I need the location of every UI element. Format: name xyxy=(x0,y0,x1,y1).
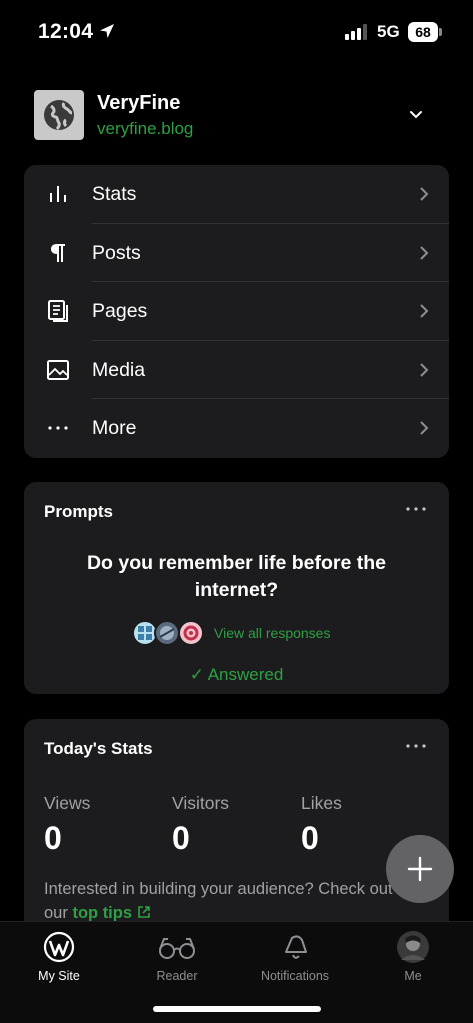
status-time: 12:04 xyxy=(38,20,94,43)
chevron-right-icon xyxy=(420,363,429,377)
more-options-icon[interactable] xyxy=(405,502,427,516)
stat-visitors: Visitors 0 xyxy=(172,793,229,857)
answered-status[interactable]: ✓ Answered xyxy=(24,665,449,685)
stat-views: Views 0 xyxy=(44,793,90,857)
stats-icon xyxy=(50,186,66,202)
more-options-icon[interactable] xyxy=(405,739,427,753)
chevron-right-icon xyxy=(420,187,429,201)
stat-value: 0 xyxy=(44,820,62,856)
card-title: Prompts xyxy=(44,502,113,521)
network-type: 5G xyxy=(377,22,400,41)
external-link-icon xyxy=(137,906,150,918)
responder-avatars xyxy=(132,620,208,646)
stat-label: Visitors xyxy=(172,793,230,813)
menu-item-stats[interactable]: Stats xyxy=(24,165,449,224)
todays-stats-card: Today's Stats Views 0 Visitors 0 Likes 0… xyxy=(24,719,449,949)
tab-label: Notifications xyxy=(260,969,330,983)
battery-icon: 68 xyxy=(408,22,444,42)
card-title: Today's Stats xyxy=(44,739,153,758)
stat-likes: Likes 0 xyxy=(301,793,342,857)
stat-value: 0 xyxy=(172,820,190,856)
avatar xyxy=(154,620,180,646)
chevron-right-icon xyxy=(420,304,429,318)
tab-reader[interactable]: Reader xyxy=(122,930,232,983)
tab-label: My Site xyxy=(38,969,80,983)
menu-item-label: More xyxy=(92,417,137,440)
tab-me[interactable]: Me xyxy=(358,930,468,983)
plus-icon xyxy=(407,856,433,882)
battery-level: 68 xyxy=(408,22,438,42)
tab-my-site[interactable]: My Site xyxy=(4,930,114,983)
menu-item-label: Media xyxy=(92,358,146,381)
more-icon xyxy=(48,426,68,430)
menu-item-label: Pages xyxy=(92,300,148,323)
menu-item-label: Stats xyxy=(92,183,137,205)
view-all-responses-link[interactable]: View all responses xyxy=(214,625,330,641)
home-indicator[interactable] xyxy=(153,1006,321,1012)
site-switcher[interactable]: VeryFine veryfine.blog xyxy=(34,90,440,140)
site-url[interactable]: veryfine.blog xyxy=(97,119,193,139)
site-menu: Stats Posts Pages Media More xyxy=(24,165,449,458)
top-tips-link[interactable]: top tips xyxy=(72,904,150,922)
tab-notifications[interactable]: Notifications xyxy=(240,930,350,983)
avatar xyxy=(397,931,429,963)
status-bar: 12:04 5G 68 xyxy=(0,0,473,60)
stat-label: Likes xyxy=(301,793,342,813)
menu-item-media[interactable]: Media xyxy=(24,341,449,400)
tab-label: Me xyxy=(404,969,422,983)
image-icon xyxy=(47,359,69,380)
chevron-right-icon xyxy=(420,421,429,436)
stat-label: Views xyxy=(44,793,91,813)
pilcrow-icon xyxy=(51,243,65,262)
pages-icon xyxy=(48,300,68,323)
menu-item-label: Posts xyxy=(92,241,141,264)
prompt-question: Do you remember life before the internet… xyxy=(86,552,387,601)
location-arrow-icon xyxy=(100,24,114,38)
site-name: VeryFine xyxy=(97,92,181,114)
glasses-icon xyxy=(159,938,195,959)
avatar xyxy=(178,620,204,646)
menu-item-pages[interactable]: Pages xyxy=(24,282,449,341)
site-globe-icon[interactable] xyxy=(34,90,84,140)
create-button[interactable] xyxy=(386,835,454,903)
signal-icon xyxy=(345,24,367,40)
chevron-down-icon[interactable] xyxy=(408,108,424,120)
wordpress-icon xyxy=(43,931,75,963)
bell-icon xyxy=(285,935,307,959)
audience-tip: Interested in building your audience? Ch… xyxy=(44,877,404,925)
menu-item-more[interactable]: More xyxy=(24,399,449,458)
tab-label: Reader xyxy=(156,969,198,983)
stat-value: 0 xyxy=(301,820,319,856)
chevron-right-icon xyxy=(420,245,429,260)
menu-item-posts[interactable]: Posts xyxy=(24,224,449,283)
prompts-card: Prompts Do you remember life before the … xyxy=(24,482,449,694)
